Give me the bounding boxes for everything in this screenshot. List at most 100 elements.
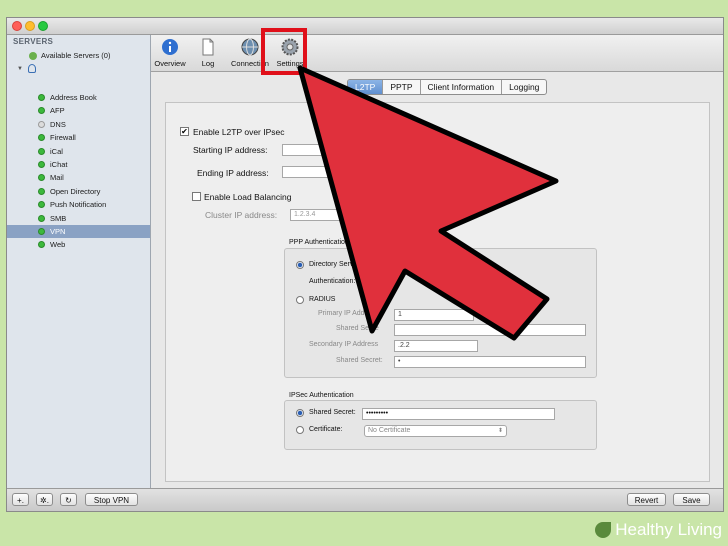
sidebar-item-label: iCal: [50, 146, 63, 156]
sidebar-item-label: Mail: [50, 173, 64, 183]
enable-l2tp-checkbox[interactable]: ✔: [180, 127, 189, 136]
sidebar-item-ical[interactable]: iCal: [7, 145, 150, 158]
overview-label: Overview: [154, 59, 186, 68]
ending-ip-field[interactable]: [282, 166, 377, 178]
sidebar-item-web[interactable]: Web: [7, 238, 150, 251]
secondary-ip-label: Secondary IP Address: [309, 341, 379, 348]
refresh-button[interactable]: ↻: [60, 493, 77, 506]
sidebar-item-label: AFP: [50, 106, 65, 116]
ppp-auth-legend: PPP Authentication: [289, 239, 349, 246]
certificate-label: Certificate:: [309, 426, 343, 433]
action-gear-button[interactable]: ✲.: [36, 493, 53, 506]
connections-button[interactable]: Connection: [229, 37, 271, 71]
stop-vpn-button[interactable]: Stop VPN: [85, 493, 138, 506]
sidebar-item-ichat[interactable]: iChat: [7, 158, 150, 171]
status-dot-icon: [38, 201, 45, 209]
radius-radio[interactable]: [296, 296, 304, 304]
sidebar-item-available-servers[interactable]: Available Servers (0): [7, 49, 150, 62]
sidebar-item-smb[interactable]: SMB: [7, 212, 150, 225]
certificate-select[interactable]: No Certificate ⬍: [364, 425, 507, 437]
cluster-ip-field[interactable]: 1.2.3.4: [290, 209, 372, 221]
load-balancing-checkbox[interactable]: [192, 192, 201, 201]
tab-client-information[interactable]: Client Information: [419, 80, 502, 94]
zoom-window-button[interactable]: [38, 21, 48, 31]
ipsec-auth-legend: IPSec Authentication: [289, 392, 354, 399]
primary-ip-label: Primary IP Addre: [318, 310, 371, 317]
document-icon: [202, 38, 214, 56]
server-admin-window: SERVERS Available Servers (0) ▼ Address …: [6, 17, 724, 512]
enable-l2tp-label: Enable L2TP over IPsec: [193, 127, 285, 137]
tab-l2tp[interactable]: L2TP: [348, 80, 383, 94]
certificate-radio[interactable]: [296, 426, 304, 434]
disclosure-triangle-icon[interactable]: ▼: [17, 63, 23, 76]
authentication-label: Authentication:: [309, 278, 356, 285]
status-dot-icon: [38, 174, 45, 182]
overview-button[interactable]: Overview: [153, 37, 187, 71]
title-bar: [7, 18, 723, 35]
shared-secret-field[interactable]: •••••••••: [362, 408, 555, 420]
status-dot-icon: [38, 107, 45, 115]
log-button[interactable]: Log: [193, 37, 223, 71]
sidebar-item-label: Web: [50, 240, 66, 250]
info-icon: [162, 39, 178, 55]
minimize-window-button[interactable]: [25, 21, 35, 31]
primary-ip-field[interactable]: 1: [394, 309, 474, 321]
sidebar-item-label: Available Servers (0): [41, 51, 111, 60]
revert-button[interactable]: Revert: [627, 493, 666, 506]
primary-shared-secret-field[interactable]: [394, 324, 586, 336]
server-icon: [28, 64, 36, 73]
tab-pptp[interactable]: PPTP: [382, 80, 419, 94]
sidebar-item-firewall[interactable]: Firewall: [7, 131, 150, 144]
shared-secret-label: Shared Secret:: [309, 409, 356, 416]
status-dot-icon: [38, 147, 45, 155]
secondary-shared-secret-field[interactable]: •: [394, 356, 586, 368]
sidebar-item-mail[interactable]: Mail: [7, 171, 150, 184]
tab-logging[interactable]: Logging: [501, 80, 546, 94]
settings-button[interactable]: Settings: [273, 37, 307, 71]
radius-label: RADIUS: [309, 296, 336, 303]
sidebar-item-push-notification[interactable]: Push Notification: [7, 198, 150, 211]
load-balancing-label: Enable Load Balancing: [204, 192, 292, 202]
settings-content: L2TP PPTP Client Information Logging ✔ E…: [151, 72, 723, 488]
ipsec-auth-box: Shared Secret: ••••••••• Certificate: No…: [284, 400, 597, 450]
add-button[interactable]: +.: [12, 493, 29, 506]
globe-icon: [29, 52, 37, 60]
secondary-ip-field[interactable]: .2.2: [394, 340, 478, 352]
ending-ip-label: Ending IP address:: [197, 168, 269, 178]
starting-ip-field[interactable]: [282, 144, 377, 156]
sidebar-item-afp[interactable]: AFP: [7, 104, 150, 117]
status-dot-icon: [38, 120, 45, 128]
sidebar-item-label: Open Directory: [50, 186, 101, 196]
status-dot-icon: [38, 161, 45, 168]
save-button[interactable]: Save: [673, 493, 710, 506]
sidebar-item-vpn[interactable]: VPN: [7, 225, 150, 238]
secondary-shared-secret-label: Shared Secret:: [336, 357, 383, 364]
status-dot-icon: [38, 214, 45, 222]
cluster-ip-label: Cluster IP address:: [205, 210, 278, 220]
sidebar-item-label: Push Notification: [50, 200, 107, 210]
status-dot-icon: [38, 241, 45, 249]
sidebar-item-label: VPN: [50, 227, 66, 236]
close-window-button[interactable]: [12, 21, 22, 31]
leaf-icon: [595, 522, 612, 538]
connections-label: Connection: [231, 59, 269, 68]
healthy-living-watermark: Healthy Living: [595, 520, 722, 540]
status-dot-icon: [38, 228, 45, 235]
servers-sidebar: SERVERS Available Servers (0) ▼ Address …: [7, 35, 151, 488]
certificate-select-value: No Certificate: [368, 427, 411, 434]
sidebar-item-open-directory[interactable]: Open Directory: [7, 185, 150, 198]
sidebar-item-dns[interactable]: DNS: [7, 118, 150, 131]
sidebar-item-address-book[interactable]: Address Book: [7, 91, 150, 104]
directory-service-radio[interactable]: [296, 261, 304, 269]
ppp-auth-box: Directory Servi Authentication: RADIUS P…: [284, 248, 597, 378]
status-dot-icon: [38, 94, 45, 101]
sidebar-item-server[interactable]: ▼: [7, 62, 150, 75]
sidebar-item-label: SMB: [50, 213, 67, 223]
shared-secret-radio[interactable]: [296, 409, 304, 417]
chevron-updown-icon: ⬍: [497, 428, 503, 434]
watermark-text: Healthy Living: [615, 520, 722, 539]
l2tp-panel: ✔ Enable L2TP over IPsec Starting IP add…: [165, 102, 710, 482]
globe-icon: [241, 38, 259, 56]
sidebar-item-label: Address Book: [50, 93, 97, 102]
gear-icon: [281, 38, 299, 56]
